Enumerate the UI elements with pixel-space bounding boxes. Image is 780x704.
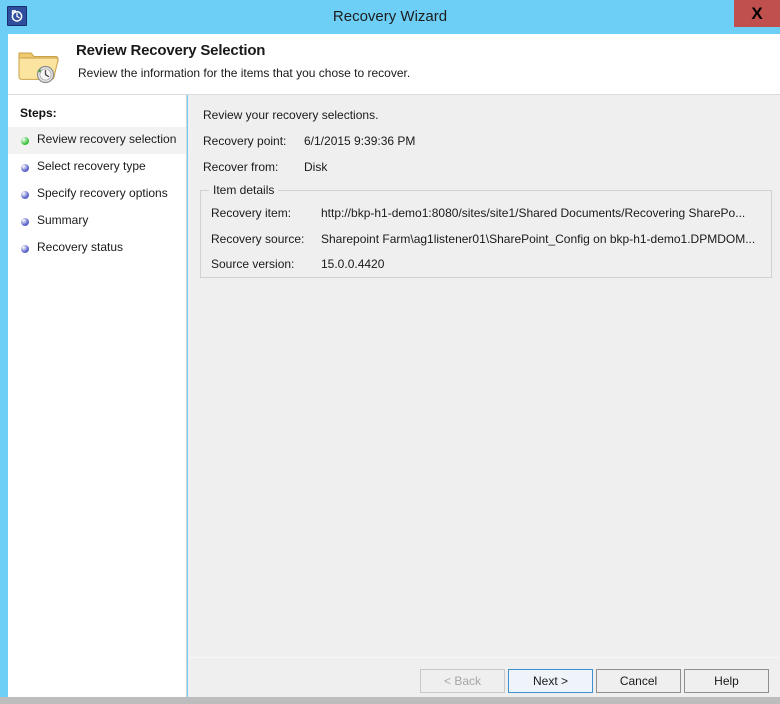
wizard-footer: < Back Next > Cancel Help: [188, 657, 780, 697]
sidebar-item-label: Specify recovery options: [37, 186, 168, 200]
step-bullet-icon: [21, 245, 29, 253]
wizard-header: Review Recovery Selection Review the inf…: [8, 34, 780, 95]
recover-from-value: Disk: [304, 160, 328, 174]
next-button[interactable]: Next >: [508, 669, 593, 693]
close-icon[interactable]: X: [734, 0, 780, 27]
sidebar-item-specify-recovery-options[interactable]: Specify recovery options: [8, 181, 186, 208]
step-bullet-active-icon: [21, 137, 29, 145]
folder-clock-icon: [17, 46, 59, 86]
sidebar-item-label: Summary: [37, 213, 89, 227]
sidebar-item-summary[interactable]: Summary: [8, 208, 186, 235]
item-details-groupbox: Item details Recovery item: http://bkp-h…: [200, 183, 772, 278]
recovery-point-value: 6/1/2015 9:39:36 PM: [304, 134, 416, 148]
sidebar-item-label: Review recovery selection: [37, 132, 177, 146]
window-left-edge: [0, 34, 8, 697]
sidebar-item-review-recovery-selection[interactable]: Review recovery selection: [8, 127, 186, 154]
step-bullet-icon: [21, 164, 29, 172]
window-bottom-edge: [0, 697, 780, 704]
sidebar-item-label: Recovery status: [37, 240, 124, 254]
sidebar-item-select-recovery-type[interactable]: Select recovery type: [8, 154, 186, 181]
recovery-source-label: Recovery source:: [211, 232, 305, 246]
page-title: Review Recovery Selection: [76, 42, 266, 59]
recovery-item-label: Recovery item:: [211, 206, 292, 220]
intro-text: Review your recovery selections.: [203, 108, 379, 122]
step-bullet-icon: [21, 218, 29, 226]
page-subtitle: Review the information for the items tha…: [78, 66, 411, 80]
cancel-button[interactable]: Cancel: [596, 669, 681, 693]
main-content: Review your recovery selections. Recover…: [188, 95, 780, 657]
item-details-legend: Item details: [209, 183, 279, 197]
source-version-value: 15.0.0.4420: [321, 257, 385, 271]
title-bar: Recovery Wizard X: [0, 0, 780, 34]
sidebar-item-label: Select recovery type: [37, 159, 146, 173]
recovery-source-value: Sharepoint Farm\ag1listener01\SharePoint…: [321, 232, 756, 246]
back-button[interactable]: < Back: [420, 669, 505, 693]
steps-sidebar: Steps: Review recovery selection Select …: [8, 95, 187, 697]
window-title: Recovery Wizard: [332, 8, 448, 25]
recover-from-label: Recover from:: [203, 160, 279, 174]
steps-heading: Steps:: [20, 106, 57, 120]
recovery-point-label: Recovery point:: [203, 134, 287, 148]
recovery-item-value: http://bkp-h1-demo1:8080/sites/site1/Sha…: [321, 206, 746, 220]
recovery-wizard-window: Recovery Wizard X Review Recovery Select…: [0, 0, 780, 704]
source-version-label: Source version:: [211, 257, 295, 271]
sidebar-item-recovery-status[interactable]: Recovery status: [8, 235, 186, 262]
help-button[interactable]: Help: [684, 669, 769, 693]
step-bullet-icon: [21, 191, 29, 199]
